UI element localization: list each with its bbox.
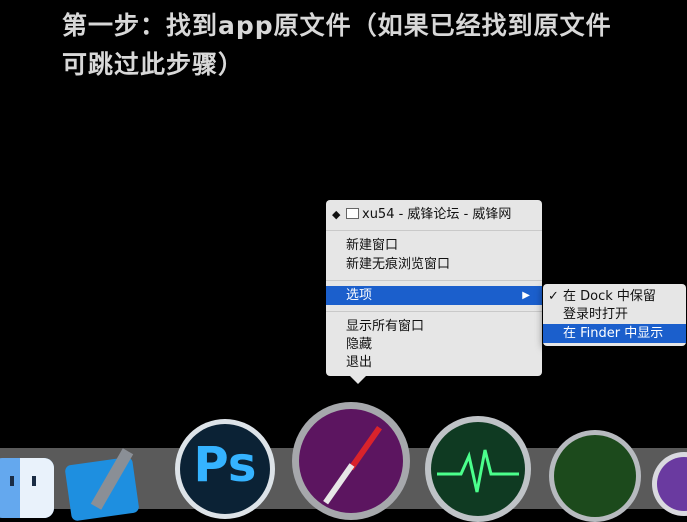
xcode-icon[interactable]	[64, 448, 144, 522]
menu-item-show-all-windows[interactable]: 显示所有窗口	[326, 317, 542, 336]
dock-context-menu: ◆ xu54 - 威锋论坛 - 威锋网 新建窗口 新建无痕浏览窗口 选项 ▶ 显示…	[326, 200, 542, 376]
menu-item-options[interactable]: 选项 ▶	[326, 286, 542, 305]
checkmark-icon: ✓	[548, 289, 559, 304]
menu-separator	[326, 280, 542, 281]
safari-icon[interactable]	[292, 402, 410, 520]
photoshop-icon[interactable]: Ps	[175, 419, 275, 519]
console-icon[interactable]	[549, 430, 641, 522]
heading-line-2: 可跳过此步骤）	[62, 50, 245, 79]
keep-in-dock-label: 在 Dock 中保留	[563, 289, 656, 304]
options-label: 选项	[346, 288, 373, 303]
window-icon	[346, 208, 359, 219]
ps-label: Ps	[180, 424, 270, 514]
menu-item-hide[interactable]: 隐藏	[326, 335, 542, 354]
diamond-icon: ◆	[332, 208, 341, 221]
activity-monitor-icon[interactable]	[425, 416, 531, 522]
finder-icon[interactable]	[0, 458, 54, 518]
menu-item-new-private-window[interactable]: 新建无痕浏览窗口	[326, 255, 542, 274]
menu-pointer	[349, 375, 367, 384]
submenu-item-keep-in-dock[interactable]: ✓ 在 Dock 中保留	[543, 287, 686, 306]
menu-separator	[326, 230, 542, 231]
menu-item-quit[interactable]: 退出	[326, 353, 542, 372]
options-submenu: ✓ 在 Dock 中保留 登录时打开 在 Finder 中显示	[543, 284, 686, 346]
heading-line-1: 第一步：找到app原文件（如果已经找到原文件	[62, 11, 612, 40]
menu-item-new-window[interactable]: 新建窗口	[326, 236, 542, 255]
submenu-arrow-icon: ▶	[522, 290, 530, 301]
menu-separator	[326, 311, 542, 312]
submenu-item-open-at-login[interactable]: 登录时打开	[543, 305, 686, 324]
submenu-item-show-in-finder[interactable]: 在 Finder 中显示	[543, 324, 686, 343]
window-title: xu54 - 威锋论坛 - 威锋网	[362, 207, 512, 222]
menu-item-window[interactable]: ◆ xu54 - 威锋论坛 - 威锋网	[326, 205, 542, 224]
tutorial-heading: 第一步：找到app原文件（如果已经找到原文件 可跳过此步骤）	[62, 6, 682, 84]
